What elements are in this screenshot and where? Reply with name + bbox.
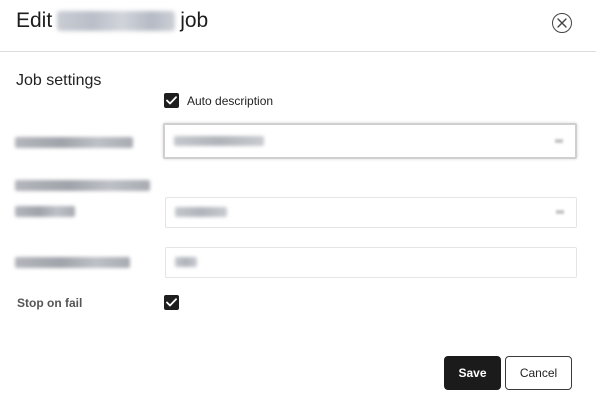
title-suffix: job — [180, 9, 209, 32]
auto-description-row: Auto description — [164, 93, 273, 108]
redacted-input-3[interactable] — [165, 247, 577, 278]
save-button[interactable]: Save — [444, 356, 501, 390]
chevron-down-icon — [556, 210, 564, 214]
cancel-button[interactable]: Cancel — [505, 356, 572, 390]
chevron-down-icon — [555, 139, 563, 143]
close-icon — [557, 18, 567, 28]
redacted-select-2[interactable] — [165, 197, 577, 228]
redacted-select-value-2 — [175, 207, 227, 217]
stop-on-fail-checkbox[interactable] — [164, 295, 179, 310]
checkmark-icon — [166, 96, 177, 105]
redacted-field-label-1 — [15, 137, 133, 148]
checkmark-icon — [166, 298, 177, 307]
title-prefix: Edit — [16, 9, 53, 32]
redacted-select-1[interactable] — [163, 123, 577, 159]
redacted-field-label-2b — [15, 206, 75, 217]
section-title: Job settings — [16, 72, 102, 89]
redacted-job-type — [57, 11, 176, 31]
close-button[interactable] — [552, 13, 572, 33]
dialog-title: Edit job — [16, 9, 208, 33]
redacted-input-value-3 — [175, 257, 197, 267]
auto-description-checkbox[interactable] — [164, 93, 179, 108]
stop-on-fail-row — [164, 295, 179, 310]
redacted-field-label-2a — [15, 180, 150, 191]
redacted-select-value-1 — [174, 136, 264, 146]
stop-on-fail-label: Stop on fail — [17, 296, 83, 310]
dialog-header: Edit job — [0, 0, 596, 52]
edit-job-dialog: Edit job Job settings Auto description S… — [0, 0, 596, 410]
redacted-field-label-3 — [15, 257, 130, 268]
auto-description-label: Auto description — [187, 93, 274, 108]
